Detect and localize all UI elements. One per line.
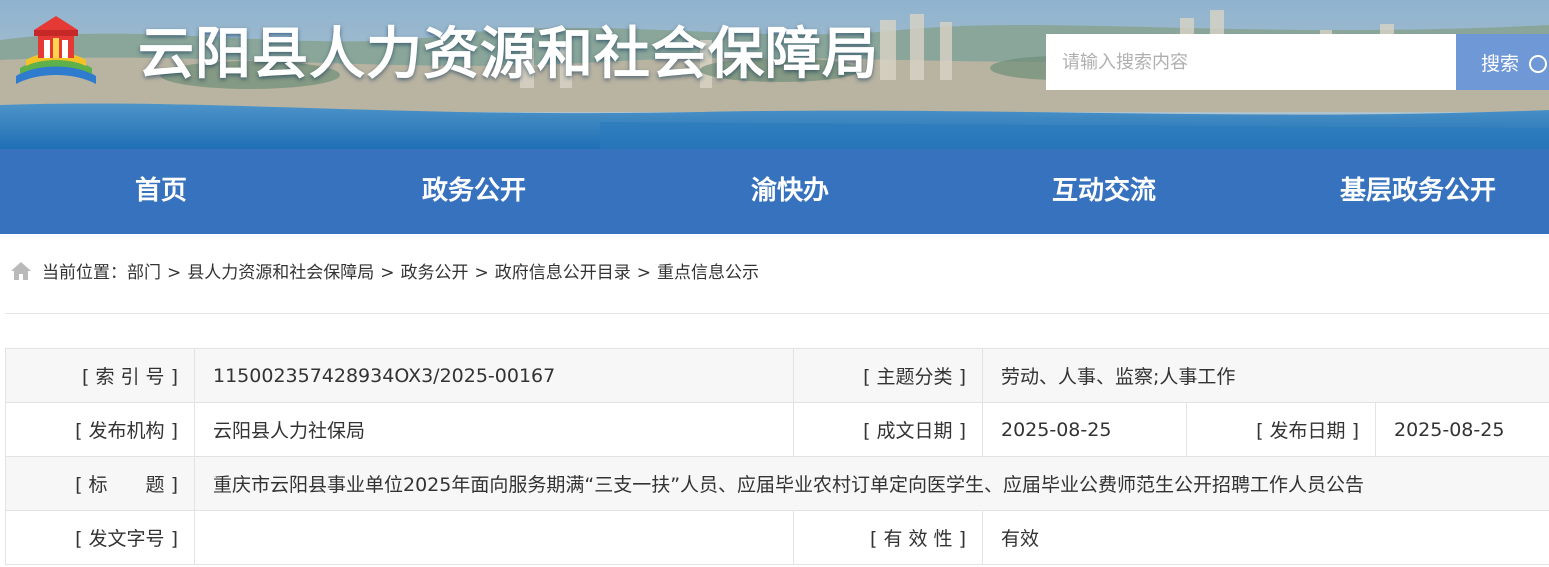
table-row: [ 发文字号 ] [ 有 效 性 ] 有效 — [5, 510, 1549, 565]
created-date-label: [ 成文日期 ] — [793, 402, 983, 457]
search-button-label: 搜索 — [1481, 52, 1520, 75]
breadcrumb-separator: > — [167, 263, 182, 283]
validity-label: [ 有 效 性 ] — [793, 510, 983, 565]
search-button[interactable]: 搜索 — [1456, 34, 1549, 90]
topic-label: [ 主题分类 ] — [793, 348, 983, 403]
index-no-value: 115002357428934OX3/2025-00167 — [194, 348, 794, 403]
published-date-value: 2025-08-25 — [1375, 402, 1549, 457]
nav-item-interaction[interactable]: 互动交流 — [1052, 149, 1156, 234]
topic-value: 劳动、人事、监察;人事工作 — [982, 348, 1549, 403]
search-icon — [1529, 55, 1548, 73]
nav-item-home[interactable]: 首页 — [135, 149, 187, 234]
breadcrumb-item-bureau[interactable]: 县人力资源和社会保障局 — [187, 263, 374, 283]
search-input[interactable] — [1046, 34, 1456, 90]
index-no-label: [ 索 引 号 ] — [5, 348, 195, 403]
breadcrumb-separator: > — [380, 263, 395, 283]
header-banner: 云阳县人力资源和社会保障局 搜索 — [0, 0, 1549, 149]
nav-item-gov-affairs[interactable]: 政务公开 — [422, 149, 526, 234]
breadcrumb: 当前位置：部门 > 县人力资源和社会保障局 > 政务公开 > 政府信息公开目录 > 重点信息公示 — [10, 258, 759, 288]
table-row: [ 标 题 ] 重庆市云阳县事业单位2025年面向服务期满“三支一扶”人员、应届… — [5, 456, 1549, 511]
breadcrumb-prefix: 当前位置： — [42, 263, 127, 283]
publisher-value: 云阳县人力社保局 — [194, 402, 794, 457]
table-row: [ 索 引 号 ] 115002357428934OX3/2025-00167 … — [5, 348, 1549, 403]
created-date-value: 2025-08-25 — [982, 402, 1187, 457]
emblem-logo-icon — [16, 16, 96, 84]
home-icon — [11, 262, 31, 280]
title-label: [ 标 题 ] — [5, 456, 195, 511]
document-info-table: [ 索 引 号 ] 115002357428934OX3/2025-00167 … — [5, 348, 1549, 565]
main-nav: 首页 政务公开 渝快办 互动交流 基层政务公开 — [0, 149, 1549, 234]
doc-no-value — [194, 510, 794, 565]
nav-item-grassroots[interactable]: 基层政务公开 — [1340, 149, 1496, 234]
breadcrumb-separator: > — [474, 263, 489, 283]
doc-no-label: [ 发文字号 ] — [5, 510, 195, 565]
breadcrumb-separator: > — [636, 263, 651, 283]
breadcrumb-item-key-info[interactable]: 重点信息公示 — [657, 263, 759, 283]
validity-value: 有效 — [982, 510, 1549, 565]
content-divider — [5, 313, 1549, 314]
published-date-label: [ 发布日期 ] — [1186, 402, 1376, 457]
title-value: 重庆市云阳县事业单位2025年面向服务期满“三支一扶”人员、应届毕业农村订单定向… — [194, 456, 1549, 511]
breadcrumb-item-info-catalog[interactable]: 政府信息公开目录 — [495, 263, 631, 283]
nav-item-yukuaiban[interactable]: 渝快办 — [751, 149, 829, 234]
table-row: [ 发布机构 ] 云阳县人力社保局 [ 成文日期 ] 2025-08-25 [ … — [5, 402, 1549, 457]
breadcrumb-item-gov-affairs[interactable]: 政务公开 — [401, 263, 469, 283]
breadcrumb-item-department[interactable]: 部门 — [127, 263, 161, 283]
site-title: 云阳县人力资源和社会保障局 — [138, 22, 879, 87]
publisher-label: [ 发布机构 ] — [5, 402, 195, 457]
